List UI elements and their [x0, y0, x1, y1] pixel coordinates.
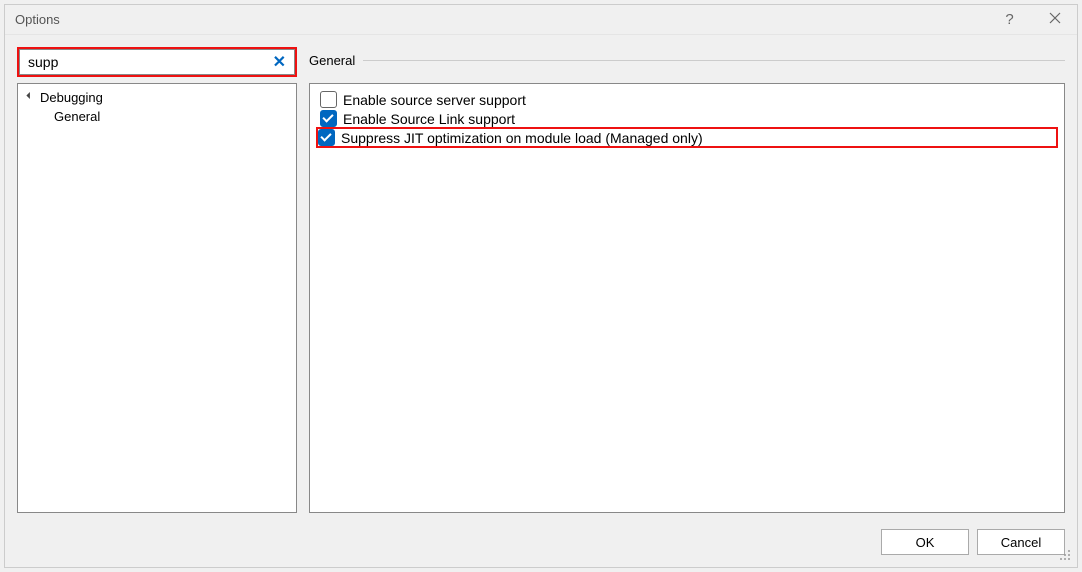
search-highlight-box: ✕	[17, 47, 297, 77]
checkbox-input[interactable]	[320, 91, 337, 108]
search-box: ✕	[19, 49, 295, 75]
close-icon	[1049, 11, 1061, 28]
close-button[interactable]	[1032, 5, 1077, 35]
section-header: General	[309, 47, 1065, 73]
options-dialog: Options ? ✕ Debugging	[4, 4, 1078, 568]
tree-item-general[interactable]: General	[24, 107, 290, 126]
tree-item-label: General	[54, 109, 100, 124]
options-list: Enable source server support Enable Sour…	[309, 83, 1065, 513]
checkbox-input[interactable]	[318, 129, 335, 146]
tree-item-label: Debugging	[40, 90, 103, 105]
clear-icon: ✕	[273, 54, 286, 71]
dialog-footer: OK Cancel	[5, 513, 1077, 567]
section-title: General	[309, 53, 355, 68]
chevron-down-icon[interactable]	[26, 93, 36, 103]
checkbox-input[interactable]	[320, 110, 337, 127]
tree-item-debugging[interactable]: Debugging	[24, 88, 290, 107]
settings-panel: General Enable source server support Ena…	[309, 47, 1065, 513]
content-area: ✕ Debugging General General	[5, 35, 1077, 513]
help-icon: ?	[1005, 11, 1013, 28]
resize-grip-icon[interactable]	[1057, 547, 1071, 561]
nav-tree[interactable]: Debugging General	[17, 83, 297, 513]
ok-button[interactable]: OK	[881, 529, 969, 555]
help-button[interactable]: ?	[987, 5, 1032, 35]
titlebar: Options ?	[5, 5, 1077, 35]
window-title: Options	[15, 12, 987, 27]
checkbox-suppress-jit[interactable]: Suppress JIT optimization on module load…	[316, 127, 1058, 148]
checkbox-label: Enable source server support	[343, 92, 526, 108]
section-divider	[363, 60, 1065, 61]
checkbox-enable-source-link[interactable]: Enable Source Link support	[318, 109, 1056, 128]
cancel-button[interactable]: Cancel	[977, 529, 1065, 555]
checkbox-enable-source-server[interactable]: Enable source server support	[318, 90, 1056, 109]
checkbox-label: Enable Source Link support	[343, 111, 515, 127]
clear-search-button[interactable]: ✕	[269, 52, 290, 72]
search-input[interactable]	[24, 52, 269, 72]
checkbox-label: Suppress JIT optimization on module load…	[341, 130, 703, 146]
nav-panel: ✕ Debugging General	[17, 47, 297, 513]
